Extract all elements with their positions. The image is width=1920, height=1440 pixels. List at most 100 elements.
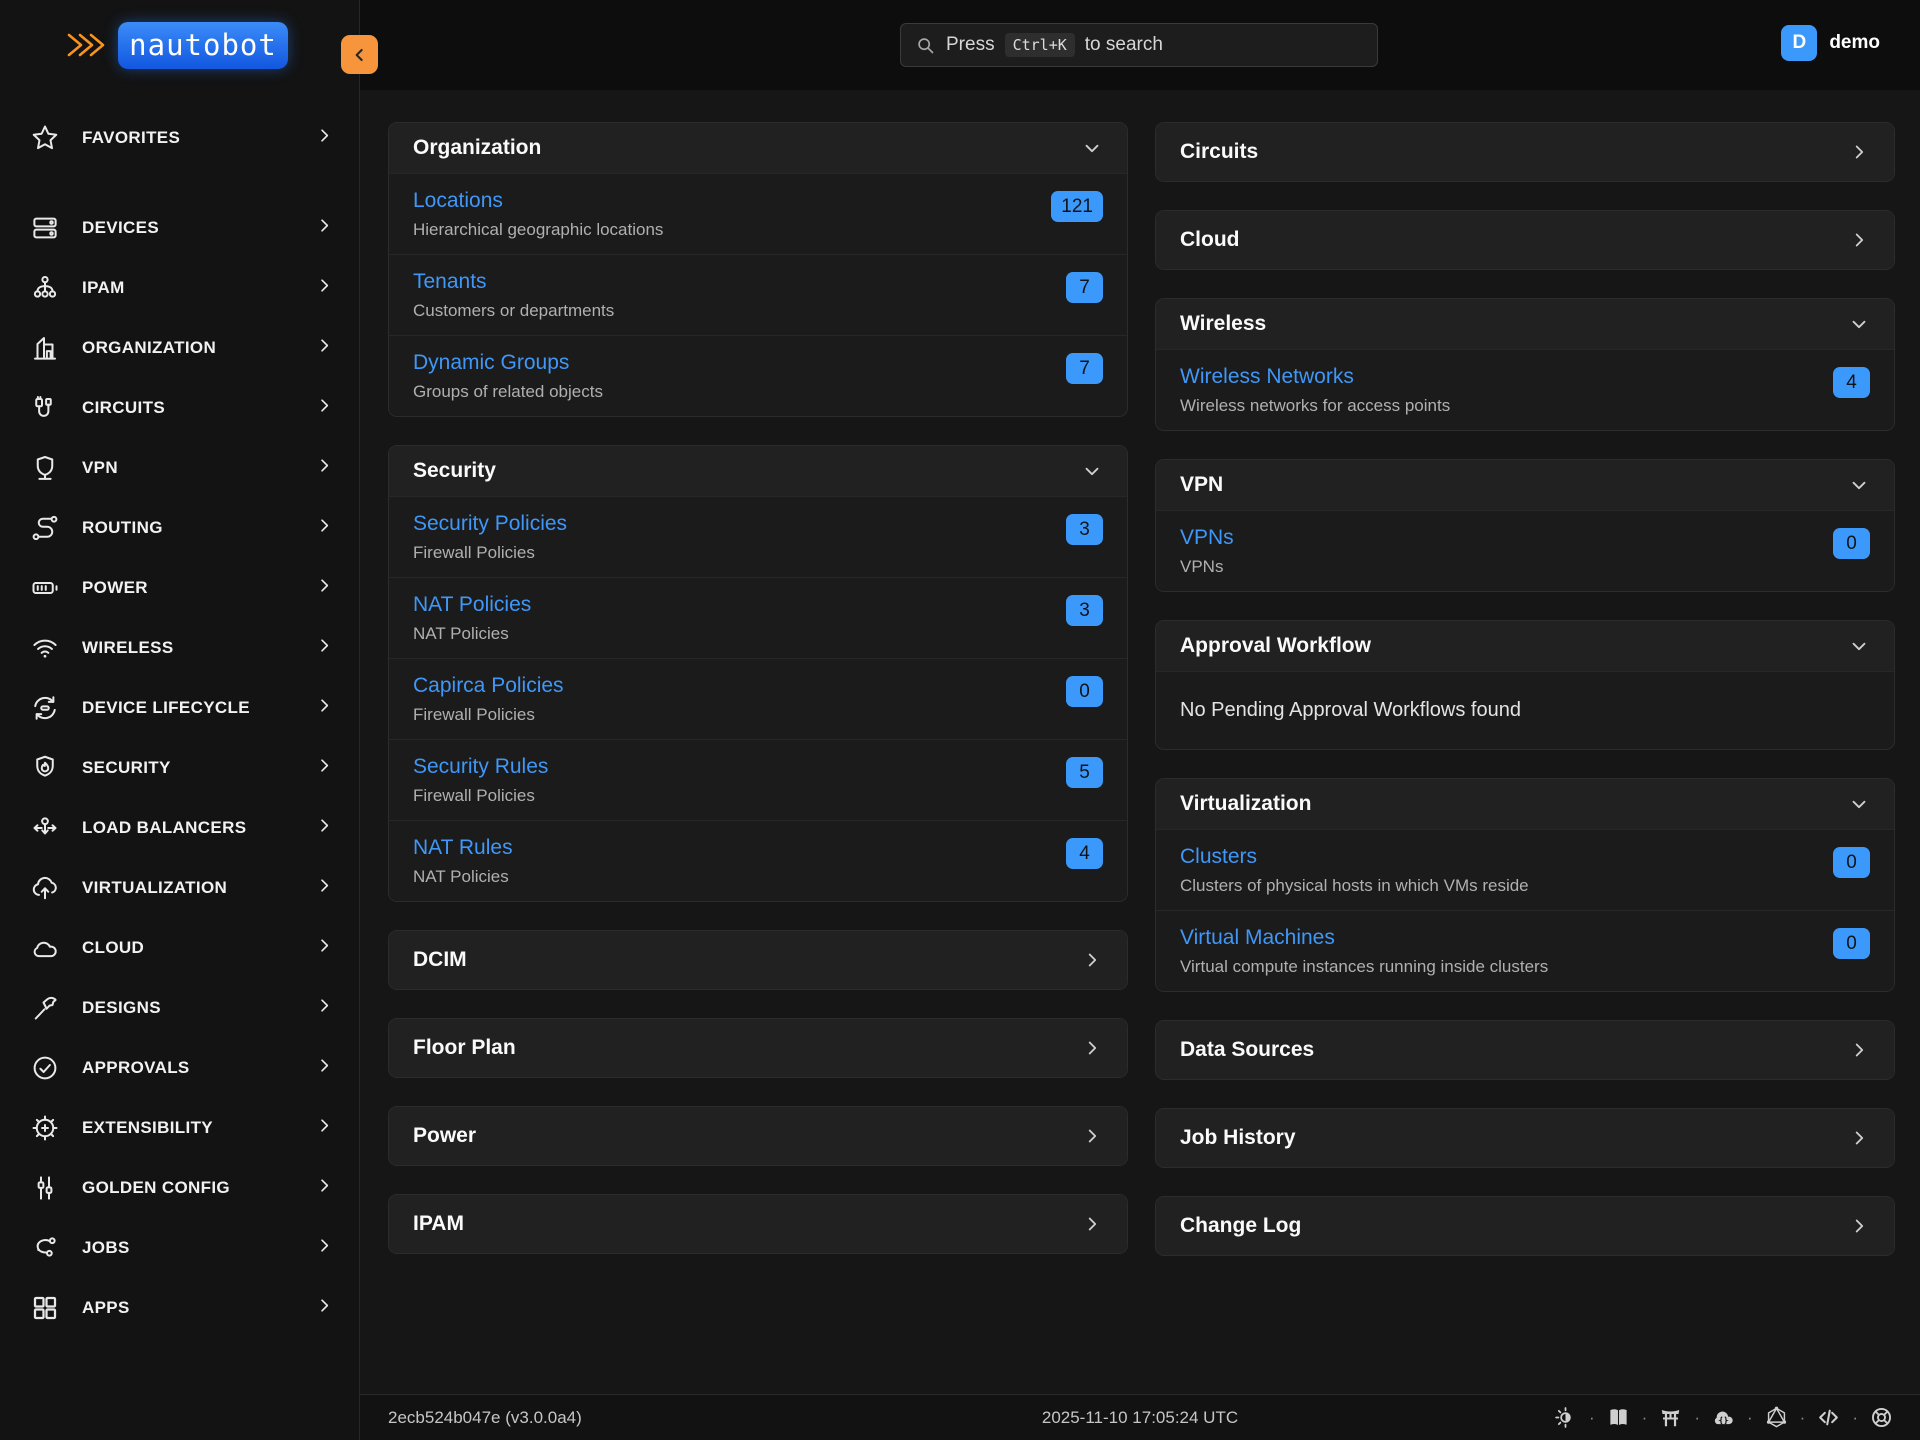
panel-dcim: DCIM xyxy=(388,930,1128,990)
sidebar-item-jobs[interactable]: JOBS xyxy=(0,1218,359,1278)
row-link-nat-policies[interactable]: NAT Policies xyxy=(413,593,531,617)
row-link-clusters[interactable]: Clusters xyxy=(1180,845,1257,869)
sidebar-nav: FAVORITES DEVICES IPAM ORGANIZATION CIRC… xyxy=(0,90,359,1338)
panel-floor-plan-header[interactable]: Floor Plan xyxy=(389,1019,1127,1077)
sidebar-item-devices[interactable]: DEVICES xyxy=(0,198,359,258)
load-balancer-icon xyxy=(30,813,60,843)
graphql-icon[interactable] xyxy=(1764,1405,1789,1430)
panel-title: Floor Plan xyxy=(413,1036,516,1060)
sidebar-item-favorites[interactable]: FAVORITES xyxy=(0,108,359,168)
panel-organization-header[interactable]: Organization xyxy=(389,123,1127,174)
panel-row: Tenants Customers or departments 7 xyxy=(389,255,1127,336)
row-link-security-rules[interactable]: Security Rules xyxy=(413,755,548,779)
panel-power-header[interactable]: Power xyxy=(389,1107,1127,1165)
global-search[interactable]: Press Ctrl+K to search xyxy=(900,23,1378,67)
chevron-right-icon xyxy=(316,1057,333,1079)
row-link-dynamic-groups[interactable]: Dynamic Groups xyxy=(413,351,569,375)
help-lifering-icon[interactable] xyxy=(1869,1405,1894,1430)
panel-vpn-header[interactable]: VPN xyxy=(1156,460,1894,511)
sidebar-item-power[interactable]: POWER xyxy=(0,558,359,618)
row-link-virtual-machines[interactable]: Virtual Machines xyxy=(1180,926,1335,950)
chevron-right-icon xyxy=(316,637,333,659)
chevron-right-icon xyxy=(1081,1213,1103,1235)
brand[interactable]: nautobot xyxy=(0,0,359,90)
sidebar-item-extensibility[interactable]: EXTENSIBILITY xyxy=(0,1098,359,1158)
panel-ipam-header[interactable]: IPAM xyxy=(389,1195,1127,1253)
swagger-cloud-icon[interactable] xyxy=(1711,1405,1736,1430)
sidebar-item-security[interactable]: SECURITY xyxy=(0,738,359,798)
row-link-nat-rules[interactable]: NAT Rules xyxy=(413,836,513,860)
dashboard: Organization Locations Hierarchical geog… xyxy=(360,90,1920,1394)
panel-title: Data Sources xyxy=(1180,1038,1314,1062)
row-description: Wireless networks for access points xyxy=(1180,396,1450,416)
chevron-down-icon xyxy=(1081,137,1103,159)
row-link-tenants[interactable]: Tenants xyxy=(413,270,487,294)
count-badge: 0 xyxy=(1833,528,1870,559)
panel-wireless: Wireless Wireless Networks Wireless netw… xyxy=(1155,298,1895,431)
user-menu[interactable]: D demo xyxy=(1781,25,1880,61)
sidebar-item-label: JOBS xyxy=(82,1238,316,1258)
server-icon xyxy=(30,213,60,243)
panel-wireless-header[interactable]: Wireless xyxy=(1156,299,1894,350)
sidebar-item-label: ROUTING xyxy=(82,518,316,538)
building-icon xyxy=(30,333,60,363)
count-badge: 4 xyxy=(1066,838,1103,869)
search-placeholder-suffix: to search xyxy=(1085,34,1163,56)
chevron-right-icon xyxy=(316,937,333,959)
footer-separator: · xyxy=(1747,1408,1753,1428)
row-description: Firewall Policies xyxy=(413,786,548,806)
sidebar-item-device-lifecycle[interactable]: DEVICE LIFECYCLE xyxy=(0,678,359,738)
sidebar-item-ipam[interactable]: IPAM xyxy=(0,258,359,318)
sidebar-item-virtualization[interactable]: VIRTUALIZATION xyxy=(0,858,359,918)
row-link-wireless-networks[interactable]: Wireless Networks xyxy=(1180,365,1354,389)
sidebar-item-circuits[interactable]: CIRCUITS xyxy=(0,378,359,438)
panel-data-sources: Data Sources xyxy=(1155,1020,1895,1080)
sidebar-item-golden-config[interactable]: GOLDEN CONFIG xyxy=(0,1158,359,1218)
torii-api-icon[interactable] xyxy=(1658,1405,1683,1430)
sidebar-item-apps[interactable]: APPS xyxy=(0,1278,359,1338)
sidebar-item-label: SECURITY xyxy=(82,758,316,778)
panel-vpn: VPN VPNs VPNs 0 xyxy=(1155,459,1895,592)
panel-floor-plan: Floor Plan xyxy=(388,1018,1128,1078)
shield-network-icon xyxy=(30,453,60,483)
chevron-down-icon xyxy=(1081,460,1103,482)
count-badge: 3 xyxy=(1066,595,1103,626)
sidebar-item-label: EXTENSIBILITY xyxy=(82,1118,316,1138)
chevron-right-icon xyxy=(1081,949,1103,971)
row-link-capirca-policies[interactable]: Capirca Policies xyxy=(413,674,564,698)
theme-toggle-icon[interactable] xyxy=(1553,1405,1578,1430)
sidebar-collapse-button[interactable] xyxy=(341,35,378,74)
sidebar-item-organization[interactable]: ORGANIZATION xyxy=(0,318,359,378)
sidebar-item-approvals[interactable]: APPROVALS xyxy=(0,1038,359,1098)
panel-change-log-header[interactable]: Change Log xyxy=(1156,1197,1894,1255)
chevron-right-icon xyxy=(1848,141,1870,163)
panel-virtualization-header[interactable]: Virtualization xyxy=(1156,779,1894,830)
count-badge: 7 xyxy=(1066,353,1103,384)
sidebar-item-wireless[interactable]: WIRELESS xyxy=(0,618,359,678)
row-link-locations[interactable]: Locations xyxy=(413,189,503,213)
panel-job-history-header[interactable]: Job History xyxy=(1156,1109,1894,1167)
code-icon[interactable] xyxy=(1816,1405,1841,1430)
panel-circuits-header[interactable]: Circuits xyxy=(1156,123,1894,181)
footer-separator: · xyxy=(1589,1408,1595,1428)
sidebar-item-load-balancers[interactable]: LOAD BALANCERS xyxy=(0,798,359,858)
sliders-icon xyxy=(30,1173,60,1203)
panel-dcim-header[interactable]: DCIM xyxy=(389,931,1127,989)
sidebar-item-cloud[interactable]: CLOUD xyxy=(0,918,359,978)
username: demo xyxy=(1829,32,1880,54)
sidebar-item-vpn[interactable]: VPN xyxy=(0,438,359,498)
panel-title: Virtualization xyxy=(1180,792,1311,816)
sidebar-item-designs[interactable]: DESIGNS xyxy=(0,978,359,1038)
panel-security-header[interactable]: Security xyxy=(389,446,1127,497)
row-link-security-policies[interactable]: Security Policies xyxy=(413,512,567,536)
docs-book-icon[interactable] xyxy=(1606,1405,1631,1430)
chevron-right-icon xyxy=(316,457,333,479)
row-link-vpns[interactable]: VPNs xyxy=(1180,526,1234,550)
panel-cloud-header[interactable]: Cloud xyxy=(1156,211,1894,269)
panel-data-sources-header[interactable]: Data Sources xyxy=(1156,1021,1894,1079)
chevron-down-icon xyxy=(1848,474,1870,496)
chevron-right-icon xyxy=(1848,1215,1870,1237)
chevron-right-icon xyxy=(316,337,333,359)
panel-approval-workflow-header[interactable]: Approval Workflow xyxy=(1156,621,1894,672)
sidebar-item-routing[interactable]: ROUTING xyxy=(0,498,359,558)
